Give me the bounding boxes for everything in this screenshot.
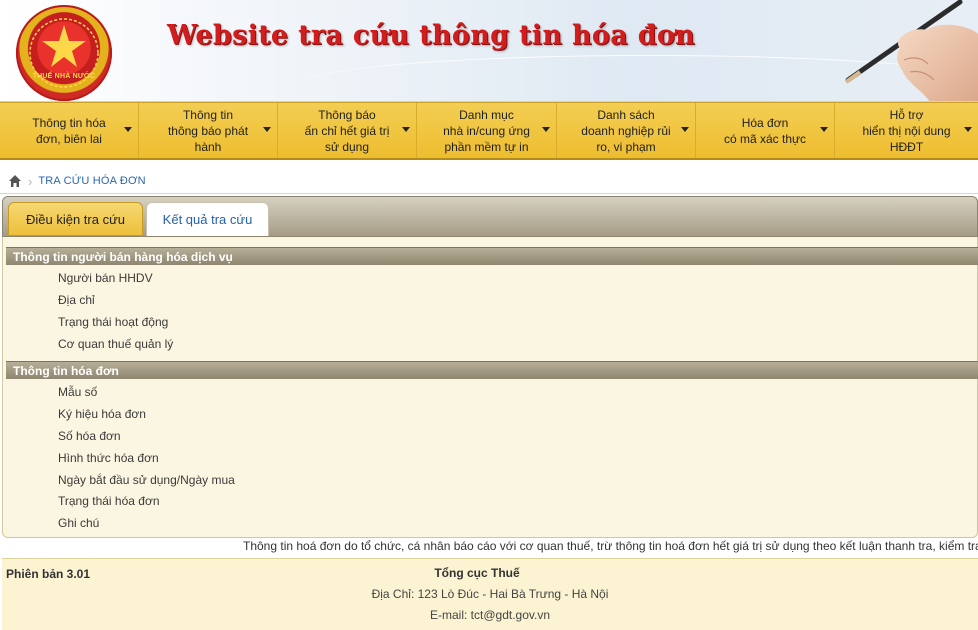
breadcrumb: › TRA CỨU HÓA ĐƠN	[8, 173, 146, 189]
nav-label: Thông tin thông báo phát hành	[167, 107, 249, 154]
field-start-date: Ngày bắt đầu sử dụng/Ngày mua	[58, 473, 235, 487]
nav-label: Hóa đơn có mã xác thực	[723, 115, 807, 146]
nav-item-einvoice-support[interactable]: Hỗ trợ hiển thị nội dung HĐĐT	[835, 103, 978, 158]
caret-down-icon	[820, 127, 828, 132]
field-form-number: Mẫu số	[58, 385, 98, 399]
logo-text: THUẾ NHÀ NƯỚC	[32, 73, 96, 80]
organization-name: Tổng cục Thuế	[434, 566, 520, 580]
divider	[0, 193, 978, 194]
nav-item-invoice-info[interactable]: Thông tin hóa đơn, biên lai	[0, 103, 139, 158]
nav-item-authenticated-invoice[interactable]: Hóa đơn có mã xác thực	[696, 103, 835, 158]
nav-label: Danh mục nhà in/cung ứng phần mềm tự in	[443, 107, 530, 154]
caret-down-icon	[402, 127, 410, 132]
nav-item-printer-list[interactable]: Danh mục nhà in/cung ứng phần mềm tự in	[417, 103, 557, 158]
field-invoice-form: Hình thức hóa đơn	[58, 451, 159, 465]
caret-down-icon	[681, 127, 689, 132]
tax-emblem-icon[interactable]	[16, 5, 112, 101]
nav-label: Thông tin hóa đơn, biên lai	[32, 115, 106, 146]
field-operating-status: Trạng thái hoạt động	[58, 315, 169, 329]
hand-with-pen-illustration	[844, 0, 978, 101]
home-icon[interactable]	[8, 174, 22, 188]
nav-item-issuance-notice[interactable]: Thông tin thông báo phát hành	[139, 103, 278, 158]
caret-down-icon	[263, 127, 271, 132]
field-invoice-number: Số hóa đơn	[58, 429, 121, 443]
caret-down-icon	[124, 127, 132, 132]
main-nav: Thông tin hóa đơn, biên lai Thông tin th…	[0, 102, 978, 160]
tab-bar: Điều kiện tra cứu Kết quả tra cứu	[2, 196, 978, 237]
breadcrumb-current[interactable]: TRA CỨU HÓA ĐƠN	[38, 175, 145, 187]
footer-email[interactable]: E-mail: tct@gdt.gov.vn	[2, 608, 978, 622]
invoice-section-title: Thông tin hóa đơn	[6, 361, 978, 379]
results-panel: Thông tin người bán hàng hóa dịch vụ Ngư…	[2, 237, 978, 538]
field-invoice-symbol: Ký hiệu hóa đơn	[58, 407, 146, 421]
footer-address: Địa Chỉ: 123 Lò Đúc - Hai Bà Trưng - Hà …	[371, 587, 609, 601]
nav-label: Danh sách doanh nghiệp rủi ro, vi phạm	[581, 107, 671, 154]
breadcrumb-separator: ›	[28, 173, 33, 189]
seller-section-title: Thông tin người bán hàng hóa dịch vụ	[6, 247, 978, 265]
nav-item-expired-notice[interactable]: Thông báo ấn chỉ hết giá trị sử dụng	[278, 103, 417, 158]
tab-search-conditions[interactable]: Điều kiện tra cứu	[8, 202, 143, 236]
header-banner: THUẾ NHÀ NƯỚC Website tra cứu thông tin …	[0, 0, 978, 102]
site-title: Website tra cứu thông tin hóa đơn	[167, 20, 696, 51]
tab-search-results[interactable]: Kết quả tra cứu	[146, 202, 269, 236]
nav-item-risky-enterprises[interactable]: Danh sách doanh nghiệp rủi ro, vi phạm	[557, 103, 696, 158]
field-invoice-status: Trạng thái hóa đơn	[58, 494, 160, 508]
nav-label: Hỗ trợ hiển thị nội dung HĐĐT	[862, 107, 951, 154]
field-address: Địa chỉ	[58, 293, 95, 307]
field-tax-authority: Cơ quan thuế quản lý	[58, 337, 174, 351]
caret-down-icon	[964, 127, 972, 132]
disclaimer-note: Thông tin hoá đơn do tổ chức, cá nhân bá…	[243, 539, 978, 553]
nav-label: Thông báo ấn chỉ hết giá trị sử dụng	[304, 107, 390, 154]
field-seller: Người bán HHDV	[58, 271, 153, 285]
footer: Phiên bản 3.01 Tổng cục Thuế Địa Chỉ: 12…	[2, 558, 978, 630]
caret-down-icon	[542, 127, 550, 132]
field-note: Ghi chú	[58, 516, 100, 530]
